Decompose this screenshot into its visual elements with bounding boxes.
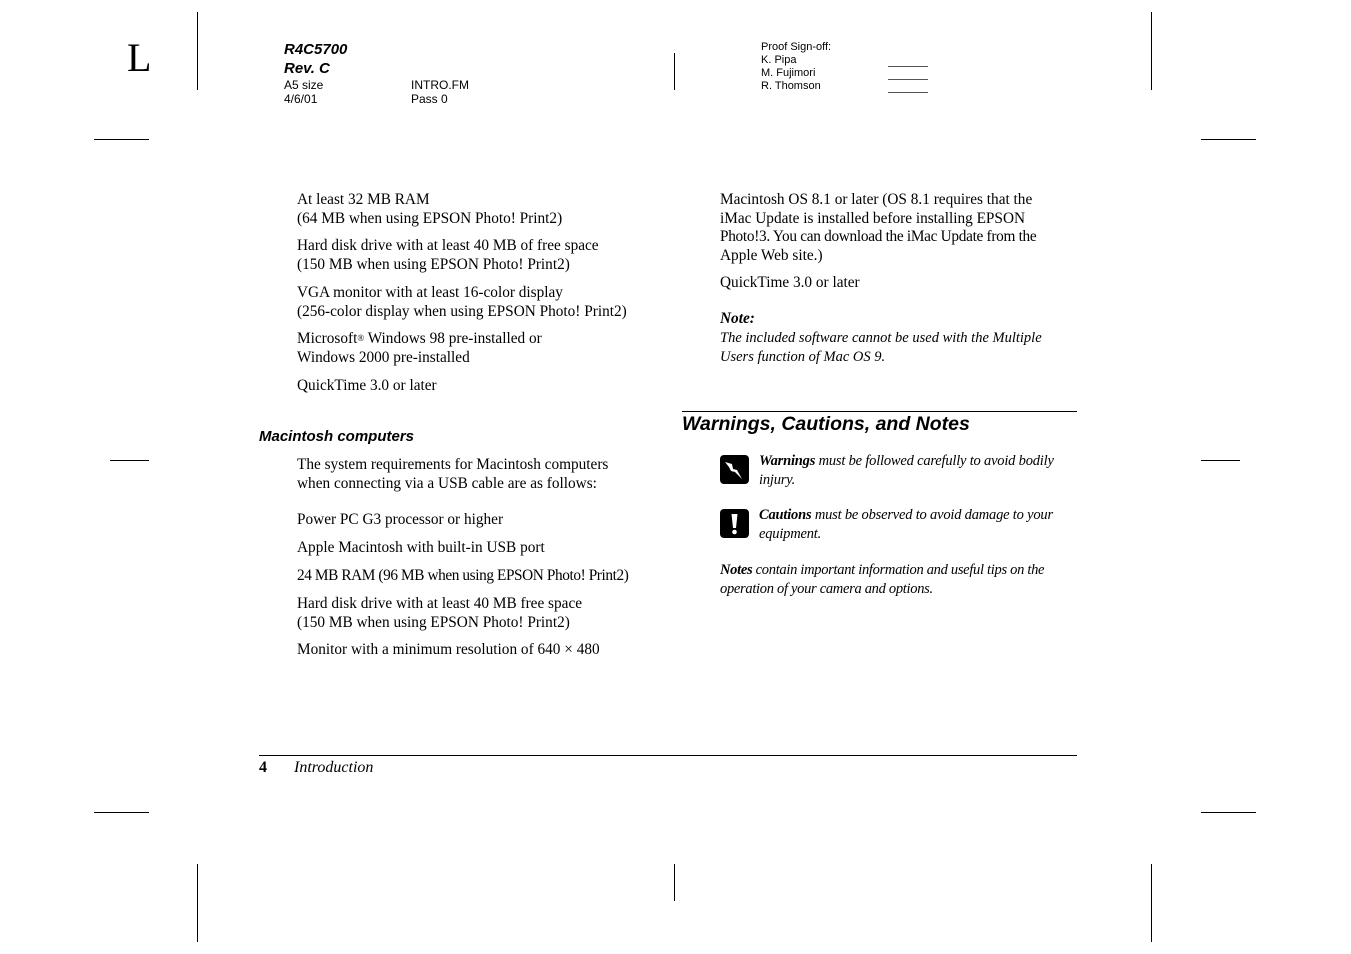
notes-line: Notes contain important information and … — [720, 561, 1044, 580]
cautions-desc: must be observed to avoid damage to your — [811, 507, 1053, 523]
page-number: 4 — [259, 759, 267, 776]
requirement-line: (150 MB when using EPSON Photo! Print2) — [297, 613, 570, 631]
crop-mark — [94, 139, 149, 140]
cautions-term: Cautions — [759, 507, 812, 523]
section-subheading: Macintosh computers — [259, 428, 415, 445]
requirement-line: iMac Update is installed before installi… — [720, 209, 1026, 227]
crop-mark — [197, 864, 198, 942]
revision: Rev. C — [284, 60, 330, 77]
requirement-line: 24 MB RAM (96 MB when using EPSON Photo!… — [297, 567, 629, 584]
requirement-line: At least 32 MB RAM — [297, 191, 430, 208]
requirement-item: 24 MB RAM (96 MB when using EPSON Photo!… — [297, 567, 629, 586]
requirement-line: Hard disk drive with at least 40 MB free… — [297, 595, 583, 612]
requirement-line: Hard disk drive with at least 40 MB of f… — [297, 237, 599, 254]
proof-signoff-label: Proof Sign-off: — [761, 41, 832, 53]
note-label: Note: — [720, 310, 755, 327]
crop-mark — [1151, 864, 1152, 942]
notes-line: operation of your camera and options. — [720, 580, 933, 597]
warnings-term: Warnings — [759, 453, 816, 469]
registered-mark: ® — [357, 333, 365, 343]
requirement-item: QuickTime 3.0 or later — [720, 274, 860, 291]
notes-text: Notes contain important information and … — [720, 561, 1044, 598]
warnings-text: Warnings must be followed carefully to a… — [759, 452, 1054, 489]
signoff-name: R. Thomson — [761, 80, 821, 92]
requirement-line: Macintosh OS 8.1 or later (OS 8.1 requir… — [720, 191, 1033, 208]
brand-name: Microsoft — [297, 330, 358, 347]
section-heading: Warnings, Cautions, and Notes — [682, 413, 970, 435]
crop-mark — [110, 460, 149, 461]
requirement-line: (64 MB when using EPSON Photo! Print2) — [297, 209, 563, 227]
crop-mark — [1201, 812, 1256, 813]
requirement-item: Macintosh OS 8.1 or later (OS 8.1 requir… — [720, 191, 1037, 265]
notes-desc: contain important information and useful… — [752, 562, 1045, 578]
requirement-line: Windows 2000 pre-installed — [297, 348, 470, 366]
proof-signoff: Proof Sign-off: K. Pipa M. Fujimori R. T… — [761, 41, 831, 93]
requirement-item: Monitor with a minimum resolution of 640… — [297, 641, 600, 660]
crop-mark — [674, 53, 675, 90]
requirement-item: Power PC G3 processor or higher — [297, 511, 503, 530]
file-name: INTRO.FM — [411, 78, 469, 92]
mac-intro: The system requirements for Macintosh co… — [297, 456, 608, 493]
requirement-item: Apple Macintosh with built-in USB port — [297, 539, 545, 558]
product-code: R4C5700 — [284, 41, 348, 58]
note-line: The included software cannot be used wit… — [720, 330, 1042, 346]
requirement-item: At least 32 MB RAM (64 MB when using EPS… — [297, 191, 562, 228]
intro-line: The system requirements for Macintosh co… — [297, 456, 609, 473]
slug-date: 4/6/01 — [284, 92, 318, 106]
requirement-line: (256-color display when using EPSON Phot… — [297, 302, 627, 320]
page-side-letter: L — [127, 35, 152, 80]
intro-line: when connecting via a USB cable are as f… — [297, 474, 597, 492]
pass-number: Pass 0 — [411, 92, 448, 106]
warnings-line: Warnings must be followed carefully to a… — [759, 452, 1054, 471]
chapter-title: Introduction — [294, 759, 374, 776]
warnings-desc: must be followed carefully to avoid bodi… — [815, 453, 1054, 469]
page-size: A5 size — [284, 78, 324, 92]
requirement-line: Power PC G3 processor or higher — [297, 511, 504, 528]
lightning-warning-icon — [720, 455, 749, 484]
requirement-line: Apple Macintosh with built-in USB port — [297, 539, 545, 556]
requirement-line: Monitor with a minimum resolution of 640… — [297, 641, 600, 658]
crop-mark — [197, 12, 198, 90]
requirement-text: Windows 98 pre-installed or — [364, 330, 542, 347]
notes-term: Notes — [720, 562, 753, 578]
requirement-line: Microsoft® Windows 98 pre-installed or — [297, 330, 542, 349]
cautions-text: Cautions must be observed to avoid damag… — [759, 506, 1053, 543]
signature-line — [888, 79, 928, 80]
requirement-line: QuickTime 3.0 or later — [297, 377, 437, 394]
cautions-line: Cautions must be observed to avoid damag… — [759, 506, 1053, 525]
requirement-item: Hard disk drive with at least 40 MB free… — [297, 595, 582, 632]
requirement-line: Apple Web site.) — [720, 246, 823, 264]
cautions-line: equipment. — [759, 525, 822, 542]
crop-mark — [94, 812, 149, 813]
crop-mark — [1201, 139, 1256, 140]
requirement-line: (150 MB when using EPSON Photo! Print2) — [297, 255, 570, 273]
warnings-line: injury. — [759, 471, 796, 488]
footer-rule — [259, 755, 1077, 756]
exclamation-caution-icon — [720, 509, 749, 538]
note-text: The included software cannot be used wit… — [720, 329, 1042, 366]
note-line: Users function of Mac OS 9. — [720, 348, 886, 365]
requirement-item: Hard disk drive with at least 40 MB of f… — [297, 237, 599, 274]
requirement-item: Microsoft® Windows 98 pre-installed or W… — [297, 330, 542, 367]
signature-line — [888, 66, 928, 67]
section-rule — [682, 411, 1077, 412]
requirement-item: QuickTime 3.0 or later — [297, 377, 437, 396]
signoff-name: M. Fujimori — [761, 67, 816, 79]
signoff-name: K. Pipa — [761, 54, 797, 66]
crop-mark — [1151, 12, 1152, 90]
signature-line — [888, 92, 928, 93]
crop-mark — [674, 864, 675, 901]
crop-mark — [1201, 460, 1240, 461]
requirement-line: Photo!3. You can download the iMac Updat… — [720, 228, 1037, 245]
requirement-line: VGA monitor with at least 16-color displ… — [297, 284, 563, 301]
requirement-item: VGA monitor with at least 16-color displ… — [297, 284, 627, 321]
